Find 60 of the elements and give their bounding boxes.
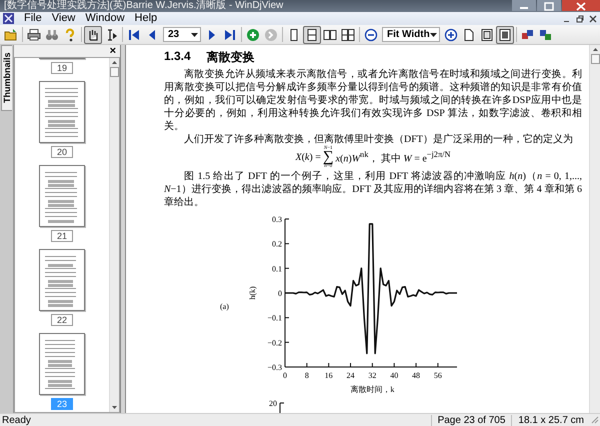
scrollbar[interactable] (589, 45, 600, 413)
zoom-dropdown[interactable]: Fit Width (382, 27, 440, 42)
scroll-down-icon[interactable] (112, 406, 117, 409)
scroll-thumb[interactable] (110, 67, 119, 77)
page-thumbnail[interactable] (39, 81, 85, 143)
menu-item[interactable]: File (20, 12, 46, 25)
section-title: 离散变换 (206, 49, 255, 66)
tick-label: 56 (434, 371, 442, 380)
scroll-up-icon[interactable] (112, 61, 117, 64)
page-number-label[interactable]: 20 (50, 146, 73, 158)
resize-grip-icon (590, 416, 600, 424)
restore-icon[interactable] (575, 14, 585, 22)
tick-label: 0.3 (272, 215, 282, 224)
tick-label: 0.2 (272, 240, 282, 249)
tick-label: 48 (412, 371, 420, 380)
scroll-thumb[interactable] (590, 54, 600, 64)
page-thumbnail[interactable] (39, 165, 85, 227)
tick-label: −0.3 (267, 363, 282, 372)
tick-label: 0.1 (272, 264, 282, 274)
page-thumbnail[interactable] (39, 249, 85, 311)
page-number-label[interactable]: 21 (50, 230, 73, 242)
close-icon[interactable] (588, 14, 598, 22)
tick-label: 16 (324, 371, 333, 380)
app-icon[interactable] (3, 13, 14, 24)
tick-label: −0.2 (267, 338, 282, 348)
caret-icon[interactable] (191, 32, 198, 36)
section-number: 1.3.4 (164, 49, 191, 65)
panel-label: (a) (220, 302, 229, 310)
formula-text: x(n)W$^{nk}$， 其中 W = e$^{−j2π/N}$ (336, 150, 451, 166)
page-number-label[interactable]: 22 (50, 314, 73, 326)
tick-label: 0 (278, 289, 282, 298)
status-message: Ready (1, 414, 32, 426)
scrollbar[interactable] (109, 58, 119, 412)
page-indicator: Page 23 of 705 (430, 414, 512, 426)
caret-icon[interactable] (430, 32, 437, 36)
paragraph: 离散变换允许从频域来表示离散信号，或者允许离散信号在时域和频域之间进行变换。利用离散变换可以把信号分解成许多频率分量以得到信号的频谱。这种频谱的知识是非常有价值的，例如，我们可以确定发射信号要求的带宽。时域与频域之间的转换在许多DSP应用中也是十分必要的，例如，利用这种转换允许我们有效实现许多 DSP 算法，如数字滤波、卷积和相关。 (164, 68, 582, 133)
close-icon[interactable] (562, 0, 600, 11)
paragraph: 图 1.5 给出了 DFT 的一个例子，这里，利用 DFT 将滤波器的冲激响应 h(n)（n = 0, 1,..., N−1）进行变换，得出滤波器的频率响应。DFT 及其应用的详细内容将在第 3 章、第 4 章和第 6 章给出。 (164, 170, 582, 209)
scroll-up-icon[interactable] (592, 48, 598, 51)
page-thumbnail[interactable] (39, 333, 85, 395)
y-axis-label: h(k) (248, 286, 257, 300)
tick-label: −0.1 (267, 314, 282, 323)
menu-item[interactable]: View (48, 12, 80, 25)
close-button[interactable]: × (110, 46, 116, 56)
page-number-dropdown[interactable]: 23 (163, 27, 201, 42)
page-number-label[interactable]: 19 (50, 62, 73, 74)
tick-label: 0 (282, 371, 287, 380)
paragraph: 人们开发了许多种离散变换，但离散傅里叶变换（DFT）是广泛采用的一种，它的定义为 (183, 133, 574, 146)
x-axis-label: 离散时间，k (350, 385, 394, 394)
tick-label: 32 (368, 371, 376, 380)
page-size: 18.1 x 25.7 cm (511, 414, 590, 426)
tick-label: 20 (269, 399, 277, 408)
menu-item[interactable]: Window (81, 12, 129, 25)
menu-item[interactable]: Help (130, 12, 162, 25)
y-axis (280, 402, 284, 413)
formula-text: X(k) = (295, 152, 321, 163)
tick-label: 24 (346, 371, 354, 380)
tick-label: 40 (390, 371, 398, 380)
thumbnails-tab[interactable]: Thumbnails (1, 45, 12, 111)
tick-label: 8 (304, 371, 309, 380)
